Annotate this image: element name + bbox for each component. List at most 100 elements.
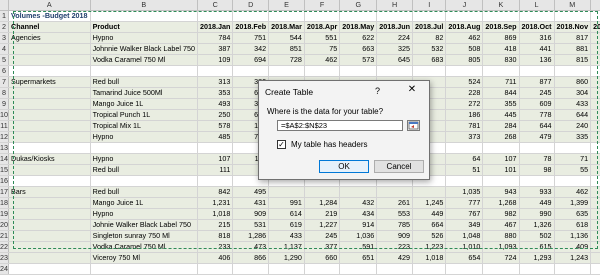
- column-header-d[interactable]: D: [232, 0, 270, 11]
- cell[interactable]: 660: [304, 252, 341, 264]
- row-header[interactable]: 8: [0, 87, 9, 99]
- cell[interactable]: 82: [412, 32, 447, 44]
- cell[interactable]: 369: [590, 109, 600, 121]
- cell[interactable]: Mango Juice 1L: [90, 98, 198, 110]
- cell[interactable]: 111: [197, 164, 234, 176]
- cell[interactable]: Tropical Punch 1L: [90, 109, 198, 121]
- cell[interactable]: [519, 263, 555, 275]
- cell[interactable]: 304: [590, 32, 600, 44]
- cell[interactable]: Dukas/Kiosks: [8, 153, 91, 165]
- cell[interactable]: 1,018: [197, 208, 234, 220]
- cell[interactable]: 449: [519, 197, 555, 209]
- cell[interactable]: 728: [268, 54, 305, 66]
- cell[interactable]: [8, 43, 91, 55]
- cell[interactable]: 101: [482, 164, 520, 176]
- cell[interactable]: Supermarkets: [8, 76, 91, 88]
- cell[interactable]: [197, 10, 234, 22]
- cell[interactable]: [412, 65, 447, 77]
- row-header[interactable]: 17: [0, 186, 9, 198]
- cell[interactable]: [90, 10, 198, 22]
- cell[interactable]: [268, 263, 305, 275]
- cell[interactable]: 798: [590, 197, 600, 209]
- cell[interactable]: 618: [554, 219, 592, 231]
- row-header[interactable]: 3: [0, 32, 9, 44]
- cell[interactable]: Johnnie Walker Black Label 750: [90, 43, 198, 55]
- cell[interactable]: 1,290: [268, 252, 305, 264]
- cell[interactable]: 219: [304, 208, 341, 220]
- cell[interactable]: 342: [232, 43, 270, 55]
- cell[interactable]: [445, 10, 484, 22]
- cell[interactable]: [8, 164, 91, 176]
- cell[interactable]: [90, 65, 198, 77]
- cell[interactable]: 636: [590, 120, 600, 132]
- cell[interactable]: [8, 98, 91, 110]
- cell[interactable]: 651: [339, 252, 378, 264]
- cell[interactable]: [268, 65, 305, 77]
- cell[interactable]: 544: [268, 32, 305, 44]
- cell[interactable]: 223: [376, 241, 414, 253]
- row-header[interactable]: 9: [0, 98, 9, 110]
- cell[interactable]: Vodka Caramel 750 Ml: [90, 54, 198, 66]
- cell[interactable]: [232, 65, 270, 77]
- cell[interactable]: 914: [339, 219, 378, 231]
- cell[interactable]: 614: [268, 208, 305, 220]
- column-header-l[interactable]: L: [519, 0, 555, 11]
- select-all-corner[interactable]: [0, 0, 9, 11]
- cell[interactable]: [376, 263, 414, 275]
- cell[interactable]: Hypno: [90, 131, 198, 143]
- cell[interactable]: 1,268: [482, 197, 520, 209]
- cell[interactable]: 215: [197, 219, 234, 231]
- cell[interactable]: 1,137: [268, 241, 305, 253]
- cell[interactable]: [554, 263, 592, 275]
- cell[interactable]: 240: [554, 120, 592, 132]
- cell[interactable]: 434: [339, 208, 378, 220]
- cell[interactable]: [197, 263, 234, 275]
- cell[interactable]: 644: [519, 120, 555, 132]
- cell[interactable]: 817: [554, 32, 592, 44]
- cell[interactable]: [304, 186, 341, 198]
- cell[interactable]: 2018.Sep: [482, 21, 520, 33]
- cell[interactable]: 711: [482, 76, 520, 88]
- cell[interactable]: 429: [376, 252, 414, 264]
- cell[interactable]: 313: [197, 76, 234, 88]
- cell[interactable]: 531: [232, 219, 270, 231]
- cell[interactable]: [197, 175, 234, 187]
- cell[interactable]: 2018.Nov: [554, 21, 592, 33]
- cell[interactable]: [376, 65, 414, 77]
- cell[interactable]: [232, 263, 270, 275]
- cell[interactable]: [445, 175, 484, 187]
- cell[interactable]: [8, 197, 91, 209]
- cell[interactable]: 325: [376, 43, 414, 55]
- cell[interactable]: 573: [339, 54, 378, 66]
- cell[interactable]: 524: [445, 76, 484, 88]
- cell[interactable]: [197, 65, 234, 77]
- cell[interactable]: [232, 10, 270, 22]
- cell[interactable]: 578: [197, 120, 234, 132]
- row-header[interactable]: 15: [0, 164, 9, 176]
- cell[interactable]: 2018.Oct: [519, 21, 555, 33]
- cell[interactable]: Agencies: [8, 32, 91, 44]
- column-header-c[interactable]: C: [197, 0, 234, 11]
- cell[interactable]: 272: [445, 98, 484, 110]
- cell[interactable]: [8, 208, 91, 220]
- cell[interactable]: 57: [590, 164, 600, 176]
- cell[interactable]: 502: [519, 230, 555, 242]
- cell[interactable]: 551: [304, 32, 341, 44]
- column-header-f[interactable]: F: [304, 0, 341, 11]
- cell[interactable]: Tropical Mix 1L: [90, 120, 198, 132]
- cell[interactable]: 304: [554, 87, 592, 99]
- cell[interactable]: 990: [519, 208, 555, 220]
- cell[interactable]: 241: [590, 230, 600, 242]
- cell[interactable]: 418: [482, 43, 520, 55]
- cell[interactable]: 107: [482, 153, 520, 165]
- cell[interactable]: 1,036: [339, 230, 378, 242]
- cell[interactable]: 909: [232, 208, 270, 220]
- cell[interactable]: 553: [376, 208, 414, 220]
- row-header[interactable]: 12: [0, 131, 9, 143]
- cell[interactable]: 349: [445, 219, 484, 231]
- row-header[interactable]: 16: [0, 175, 9, 187]
- row-header[interactable]: 24: [0, 263, 9, 275]
- cell[interactable]: [554, 142, 592, 154]
- cell[interactable]: 777: [445, 197, 484, 209]
- cell[interactable]: 663: [339, 43, 378, 55]
